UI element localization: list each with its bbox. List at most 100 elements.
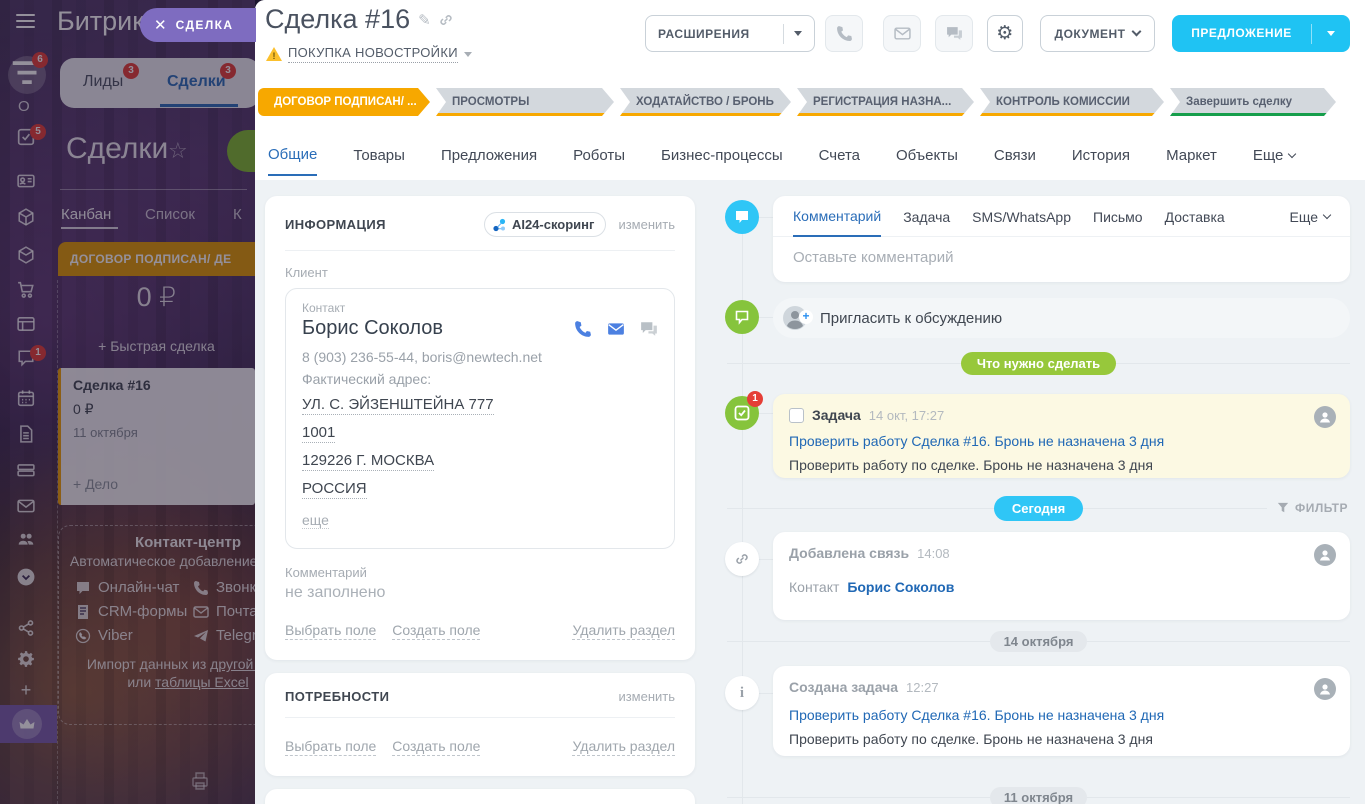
contact-more-link[interactable]: еще xyxy=(302,512,329,529)
tab-products[interactable]: Товары xyxy=(353,130,405,176)
tab-more[interactable]: Еще xyxy=(1253,130,1296,176)
info-create-field-link[interactable]: Создать поле xyxy=(392,622,480,640)
composer-tab-delivery[interactable]: Доставка xyxy=(1165,209,1225,236)
deal-tabs: Общие Товары Предложения Роботы Бизнес-п… xyxy=(268,130,1295,176)
close-icon[interactable]: ✕ xyxy=(154,16,167,34)
info-delete-section-link[interactable]: Удалить раздел xyxy=(572,622,675,640)
address-line-3[interactable]: 129226 Г. МОСКВА xyxy=(302,452,434,471)
contact-chat-icon[interactable] xyxy=(640,320,658,338)
settings-button[interactable]: ⚙ xyxy=(987,15,1023,52)
task-created-avatar xyxy=(1314,678,1336,700)
stage-petition-booking[interactable]: ХОДАТАЙСТВО / БРОНЬ xyxy=(620,88,791,116)
address-line-2[interactable]: 1001 xyxy=(302,424,335,443)
composer-more-caret-icon xyxy=(1323,211,1331,219)
proposal-dropdown[interactable] xyxy=(1312,31,1350,36)
contact-name[interactable]: Борис Соколов xyxy=(302,317,443,340)
discussion-marker xyxy=(725,300,759,334)
comment-label: Комментарий xyxy=(285,565,675,580)
stage-registration[interactable]: РЕГИСТРАЦИЯ НАЗНА... xyxy=(797,88,974,116)
stage-contract-signed[interactable]: ДОГОВОР ПОДПИСАН/ ... xyxy=(258,88,430,116)
link-added-time: 14:08 xyxy=(917,546,950,561)
email-button[interactable] xyxy=(883,15,921,52)
contact-phone-email[interactable]: 8 (903) 236-55-44, boris@newtech.net xyxy=(302,349,658,365)
slider-label: ✕ СДЕЛКА xyxy=(140,8,256,42)
address-line-4[interactable]: РОССИЯ xyxy=(302,480,367,499)
tab-links[interactable]: Связи xyxy=(994,130,1036,176)
composer-tab-letter[interactable]: Письмо xyxy=(1093,209,1143,236)
tab-general[interactable]: Общие xyxy=(268,130,317,176)
contact-email-icon[interactable] xyxy=(607,320,625,338)
contact-call-icon[interactable] xyxy=(574,320,592,338)
deal-content: ИНФОРМАЦИЯ AI24-скоринг изменить Клиент … xyxy=(255,180,1365,804)
comment-input[interactable]: Оставьте комментарий xyxy=(773,237,1350,282)
contact-type-label: Контакт xyxy=(302,301,658,315)
needs-section: ПОТРЕБНОСТИ изменить Выбрать поле Создат… xyxy=(265,673,695,776)
document-button[interactable]: ДОКУМЕНТ xyxy=(1040,15,1155,52)
call-button[interactable] xyxy=(825,15,863,52)
proposal-button[interactable]: ПРЕДЛОЖЕНИЕ xyxy=(1172,15,1350,52)
pipeline-selector[interactable]: ПОКУПКА НОВОСТРОЙКИ xyxy=(266,45,472,63)
stage-viewings[interactable]: ПРОСМОТРЫ xyxy=(436,88,614,116)
task-checkbox[interactable] xyxy=(789,408,804,423)
stage-bar: ДОГОВОР ПОДПИСАН/ ... ПРОСМОТРЫ ХОДАТАЙС… xyxy=(258,88,1336,116)
today-divider-row: Сегодня ФИЛЬТР xyxy=(727,496,1350,520)
tab-market[interactable]: Маркет xyxy=(1166,130,1217,176)
person-icon xyxy=(1318,410,1332,424)
link-added-contact-link[interactable]: Борис Соколов xyxy=(847,579,954,595)
invite-to-discussion[interactable]: + Пригласить к обсуждению xyxy=(773,298,1350,338)
slider-label-text: СДЕЛКА xyxy=(176,18,234,32)
needs-edit-link[interactable]: изменить xyxy=(618,689,675,704)
edit-title-icon[interactable]: ✎ xyxy=(418,11,431,29)
task-avatar xyxy=(1314,406,1336,428)
chat-bubbles-icon xyxy=(946,25,963,42)
phone-icon xyxy=(836,25,853,42)
pipeline-name[interactable]: ПОКУПКА НОВОСТРОЙКИ xyxy=(288,45,458,63)
stage-close-deal[interactable]: Завершить сделку xyxy=(1170,88,1336,116)
link-added-label: Добавлена связь xyxy=(789,545,909,561)
task-created-time: 12:27 xyxy=(906,680,939,695)
ai-scoring-button[interactable]: AI24-скоринг xyxy=(484,212,607,237)
tab-robots[interactable]: Роботы xyxy=(573,130,625,176)
needs-create-field-link[interactable]: Создать поле xyxy=(392,738,480,756)
stage-commission-control[interactable]: КОНТРОЛЬ КОМИССИИ xyxy=(980,88,1164,116)
task-entry-label: Задача xyxy=(812,407,861,423)
composer-tab-more[interactable]: Еще xyxy=(1290,209,1331,236)
date-divider-oct14: 14 октября xyxy=(727,630,1350,652)
needs-select-field-link[interactable]: Выбрать поле xyxy=(285,738,376,756)
copy-link-icon[interactable] xyxy=(439,13,453,27)
tab-objects[interactable]: Объекты xyxy=(896,130,958,176)
composer-tab-task[interactable]: Задача xyxy=(903,209,950,236)
chain-link-icon xyxy=(734,551,750,567)
today-pill[interactable]: Сегодня xyxy=(994,496,1083,521)
deal-toolbar: РАСШИРЕНИЯ ⚙ ДОКУМЕНТ xyxy=(645,15,1350,52)
task-check-icon xyxy=(734,405,750,421)
info-edit-link[interactable]: изменить xyxy=(618,217,675,232)
comment-bubble-icon xyxy=(734,209,750,225)
info-select-field-link[interactable]: Выбрать поле xyxy=(285,622,376,640)
tab-quotes[interactable]: Предложения xyxy=(441,130,537,176)
extensions-button[interactable]: РАСШИРЕНИЯ xyxy=(645,15,815,52)
info-section-title: ИНФОРМАЦИЯ xyxy=(285,217,386,232)
fields-column: ИНФОРМАЦИЯ AI24-скоринг изменить Клиент … xyxy=(265,180,695,804)
ai-scoring-label: AI24-скоринг xyxy=(512,217,595,232)
chat-button[interactable] xyxy=(935,15,973,52)
filter-button[interactable]: ФИЛЬТР xyxy=(1267,497,1350,519)
link-added-avatar xyxy=(1314,544,1336,566)
needs-delete-section-link[interactable]: Удалить раздел xyxy=(572,738,675,756)
address-line-1[interactable]: УЛ. С. ЭЙЗЕНШТЕЙНА 777 xyxy=(302,396,494,415)
ai-molecule-icon xyxy=(492,218,506,232)
task-created-title-link[interactable]: Проверить работу Сделка #16. Бронь не на… xyxy=(789,707,1334,723)
task-title-link[interactable]: Проверить работу Сделка #16. Бронь не на… xyxy=(789,433,1334,449)
tab-invoices[interactable]: Счета xyxy=(819,130,860,176)
comment-value[interactable]: не заполнено xyxy=(285,584,675,602)
comment-marker xyxy=(725,200,759,234)
tab-bizproc[interactable]: Бизнес-процессы xyxy=(661,130,783,176)
tab-history[interactable]: История xyxy=(1072,130,1130,176)
needs-section-title: ПОТРЕБНОСТИ xyxy=(285,689,389,704)
composer-tab-comment[interactable]: Комментарий xyxy=(793,208,881,237)
composer-tab-sms[interactable]: SMS/WhatsApp xyxy=(972,209,1071,236)
proposal-caret-icon xyxy=(1327,31,1335,36)
invite-plus-icon: + xyxy=(799,310,813,324)
background-area: Битрик 6 О 5 1 + xyxy=(0,0,255,804)
date-pill-oct14: 14 октября xyxy=(990,631,1088,652)
